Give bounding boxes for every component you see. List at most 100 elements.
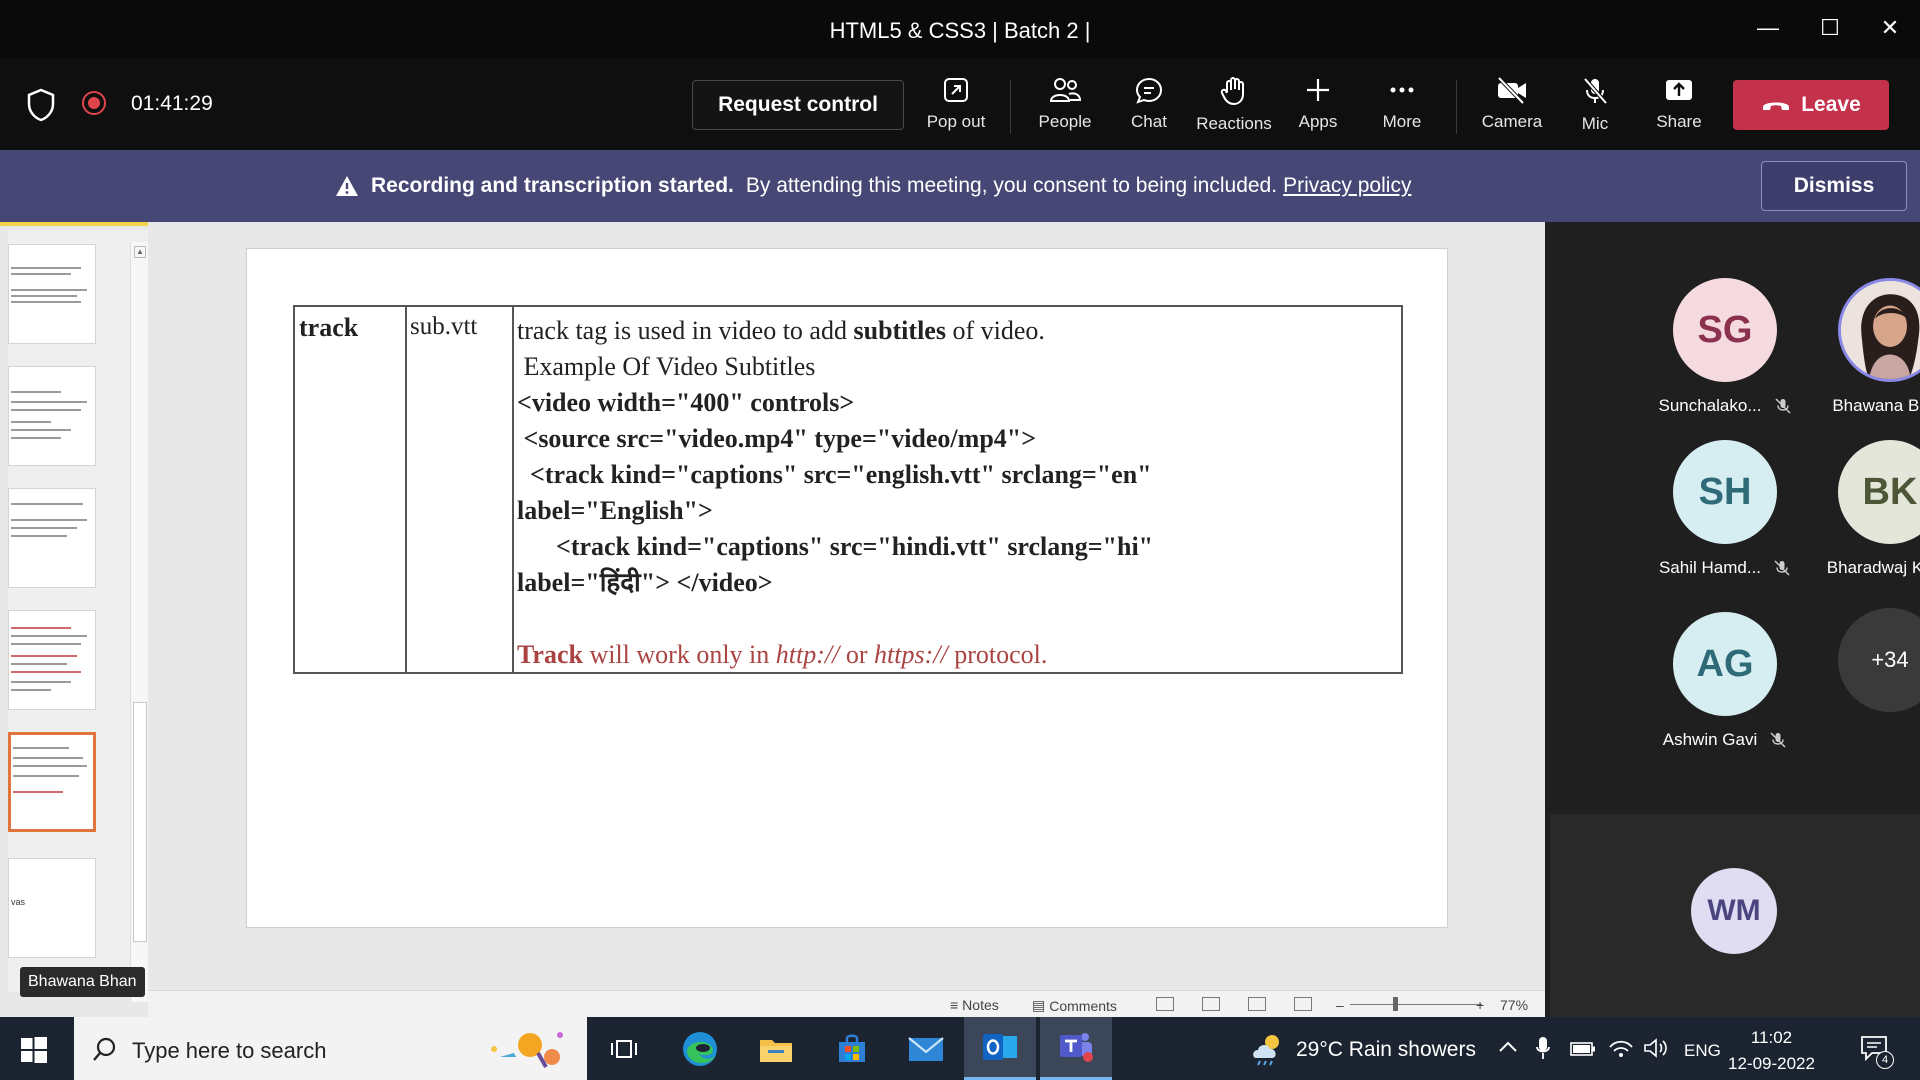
reactions-button[interactable]: Reactions — [1196, 76, 1272, 138]
camera-button[interactable]: Camera — [1474, 76, 1550, 138]
slide-thumbnail[interactable] — [8, 488, 96, 588]
banner-title: Recording and transcription started. — [371, 174, 734, 197]
wifi-icon[interactable] — [1608, 1037, 1634, 1059]
mail-button[interactable] — [890, 1017, 962, 1080]
edge-icon — [683, 1031, 717, 1066]
teams-icon — [1060, 1033, 1093, 1062]
scroll-up-arrow-icon[interactable]: ▲ — [134, 246, 146, 258]
avatar: SG — [1673, 278, 1777, 382]
people-button[interactable]: People — [1027, 76, 1103, 138]
request-control-button[interactable]: Request control — [692, 80, 904, 130]
outlook-button[interactable] — [964, 1017, 1036, 1080]
normal-view-icon[interactable] — [1156, 997, 1174, 1011]
windows-start-icon[interactable] — [21, 1037, 47, 1063]
slide-sorter-icon[interactable] — [1202, 997, 1220, 1011]
comments-button[interactable]: ▤ Comments — [1032, 997, 1117, 1014]
thumbnail-text: vas — [11, 897, 26, 907]
zoom-in-icon[interactable]: + — [1476, 997, 1484, 1013]
overflow-count-badge[interactable]: +34 — [1838, 608, 1920, 712]
zoom-slider[interactable] — [1350, 1004, 1482, 1005]
chat-button[interactable]: Chat — [1111, 76, 1187, 138]
volume-icon[interactable] — [1643, 1037, 1669, 1059]
battery-icon[interactable] — [1570, 1041, 1596, 1057]
protocol-note: Track will work only in http:// or https… — [517, 640, 1048, 669]
scrollbar-thumb[interactable] — [133, 702, 147, 942]
clock-time: 11:02 — [1750, 1028, 1793, 1047]
teams-button[interactable] — [1040, 1017, 1112, 1080]
avatar: BK — [1838, 440, 1920, 544]
slide-editor-area: track sub.vtt track tag is used in video… — [148, 222, 1545, 947]
leave-button[interactable]: Leave — [1733, 80, 1889, 130]
slide-thumbnail[interactable]: vas — [8, 858, 96, 958]
title-bar: HTML5 & CSS3 | Batch 2 | — ☐ ✕ — [0, 0, 1920, 58]
zoom-out-icon[interactable]: – — [1336, 997, 1344, 1013]
warning-icon — [336, 176, 358, 196]
more-button[interactable]: More — [1364, 76, 1440, 138]
participant-tile[interactable]: Bhawana Bhan — [1815, 278, 1920, 416]
code-line: <source src="video.mp4" type="video/mp4"… — [517, 424, 1037, 453]
mic-button[interactable]: Mic — [1557, 76, 1633, 138]
slide-thumbnail-active[interactable] — [8, 732, 96, 832]
participant-name: Bhawana Bhan — [1832, 396, 1920, 415]
apps-button[interactable]: Apps — [1280, 76, 1356, 138]
task-view-button[interactable] — [588, 1017, 660, 1080]
mail-icon — [908, 1036, 944, 1061]
search-icon — [93, 1037, 116, 1061]
participant-tile[interactable]: BK Bharadwaj K — [1815, 440, 1920, 578]
privacy-policy-link[interactable]: Privacy policy — [1283, 174, 1411, 198]
code-line: <video width="400" controls> — [517, 388, 855, 417]
zoom-slider-knob[interactable] — [1393, 997, 1398, 1011]
phone-hangup-icon — [1763, 102, 1790, 110]
table-cell-file: sub.vtt — [407, 307, 514, 672]
weather-text[interactable]: 29°C Rain showers — [1296, 1038, 1476, 1062]
self-view-tile[interactable]: WM — [1550, 814, 1920, 1017]
chevron-up-icon[interactable] — [1498, 1039, 1518, 1055]
shield-icon[interactable] — [26, 88, 56, 122]
thumbnails-scrollbar[interactable]: ▲ — [130, 242, 148, 1002]
dismiss-button[interactable]: Dismiss — [1761, 161, 1907, 211]
share-label: Share — [1656, 112, 1702, 131]
task-view-icon — [611, 1039, 637, 1058]
comment-icon: ▤ — [1032, 997, 1046, 1013]
taskbar-clock[interactable]: 11:02 12-09-2022 — [1728, 1025, 1815, 1077]
store-icon — [839, 1034, 865, 1062]
mic-label: Mic — [1581, 114, 1609, 133]
self-avatar: WM — [1691, 868, 1777, 954]
mic-muted-icon — [1774, 398, 1791, 414]
slide-thumbnail[interactable] — [8, 610, 96, 710]
more-participants-tile[interactable]: +34 — [1815, 608, 1920, 712]
mic-muted-icon — [1770, 732, 1786, 748]
banner-text: By attending this meeting, you consent t… — [745, 174, 1278, 197]
file-explorer-button[interactable] — [740, 1017, 812, 1080]
reading-view-icon[interactable] — [1248, 997, 1266, 1011]
pop-out-icon — [944, 78, 968, 102]
current-slide: track sub.vtt track tag is used in video… — [246, 248, 1448, 928]
table-cell-description: track tag is used in video to add subtit… — [514, 307, 1401, 672]
outlook-icon — [983, 1034, 1017, 1060]
slide-thumbnail[interactable] — [8, 366, 96, 466]
avatar: AG — [1673, 612, 1777, 716]
participant-tile[interactable]: SH Sahil Hamd... — [1650, 440, 1800, 578]
profile-photo — [1841, 281, 1920, 379]
window-title: HTML5 & CSS3 | Batch 2 | — [829, 18, 1091, 43]
participant-tile[interactable]: AG Ashwin Gavi — [1650, 612, 1800, 750]
maximize-button[interactable]: ☐ — [1810, 10, 1850, 46]
slideshow-icon[interactable] — [1294, 997, 1312, 1011]
notes-button[interactable]: ≡ Notes — [950, 997, 999, 1013]
pop-out-button[interactable]: Pop out — [918, 76, 994, 138]
code-line: <track kind="captions" src="english.vtt"… — [517, 460, 1152, 489]
taskbar-search-box[interactable]: Type here to search — [74, 1017, 587, 1080]
input-language[interactable]: ENG — [1684, 1041, 1721, 1061]
toolbar-divider — [1456, 80, 1457, 134]
presenter-name-tag: Bhawana Bhan — [20, 967, 145, 997]
participant-tile[interactable]: SG Sunchalako... — [1650, 278, 1800, 416]
microphone-icon[interactable] — [1535, 1035, 1551, 1061]
minimize-button[interactable]: — — [1748, 10, 1788, 46]
meeting-timer: 01:41:29 — [131, 92, 213, 115]
share-button[interactable]: Share — [1641, 76, 1717, 138]
zoom-level[interactable]: 77% — [1500, 997, 1528, 1013]
close-button[interactable]: ✕ — [1870, 10, 1910, 46]
slide-thumbnail[interactable] — [8, 244, 96, 344]
store-button[interactable] — [816, 1017, 888, 1080]
edge-button[interactable] — [664, 1017, 736, 1080]
